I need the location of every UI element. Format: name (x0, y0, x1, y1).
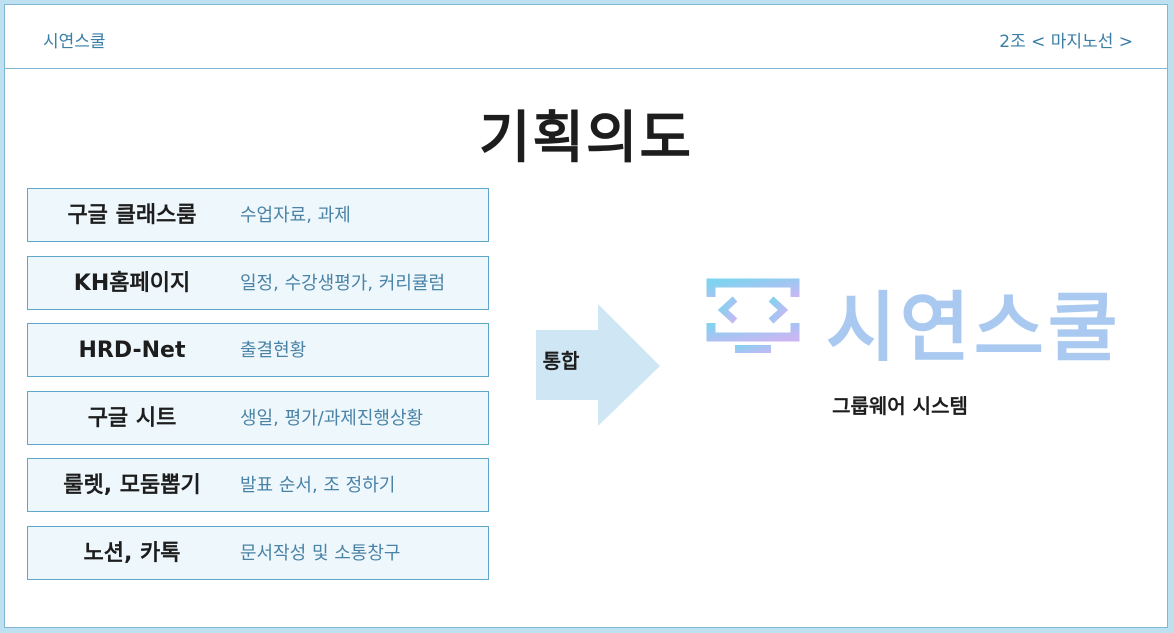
monitor-code-icon (706, 278, 800, 353)
list-item: 구글 시트 생일, 평가/과제진행상황 (27, 391, 489, 445)
team-label: 2조 < 마지노선 > (999, 32, 1133, 52)
item-description: 수업자료, 과제 (240, 205, 351, 226)
item-description: 생일, 평가/과제진행상황 (240, 408, 424, 429)
item-name: HRD-Net (78, 338, 186, 363)
item-description: 문서작성 및 소통창구 (240, 543, 401, 564)
list-item: 구글 클래스룸 수업자료, 과제 (27, 188, 489, 242)
list-item: HRD-Net 출결현황 (27, 323, 489, 377)
item-name: 룰렛, 모둠뽑기 (63, 473, 201, 498)
item-description: 출결현황 (240, 340, 307, 361)
logo-wordmark: 시연스쿨 (826, 283, 1122, 372)
list-item: 노션, 카톡 문서작성 및 소통창구 (27, 526, 489, 580)
system-subtitle: 그룹웨어 시스템 (832, 394, 968, 418)
list-item: 룰렛, 모둠뽑기 발표 순서, 조 정하기 (27, 458, 489, 512)
item-description: 발표 순서, 조 정하기 (240, 475, 396, 496)
page-title: 기획의도 (478, 106, 694, 171)
item-name: 구글 클래스룸 (67, 203, 197, 228)
item-name: KH홈페이지 (73, 271, 191, 296)
item-name: 구글 시트 (87, 406, 177, 431)
header-bar: 시연스쿨 2조 < 마지노선 > (5, 5, 1167, 69)
item-description: 일정, 수강생평가, 커리큘럼 (240, 273, 446, 294)
brand-label: 시연스쿨 (43, 32, 106, 52)
integration-label: 통합 (542, 349, 580, 373)
item-name: 노션, 카톡 (83, 541, 181, 566)
list-item: KH홈페이지 일정, 수강생평가, 커리큘럼 (27, 256, 489, 310)
